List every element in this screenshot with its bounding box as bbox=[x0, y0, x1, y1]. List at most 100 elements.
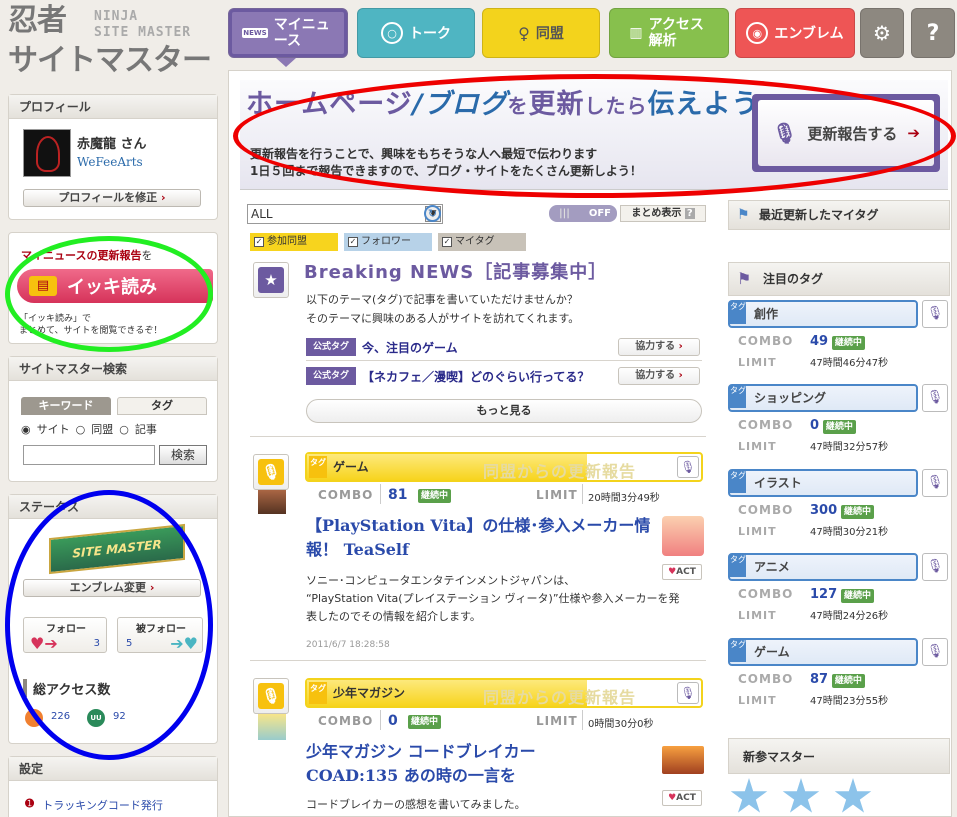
article1-site-thumbnail[interactable] bbox=[258, 490, 286, 514]
chat-icon: ○ bbox=[381, 22, 403, 44]
toggle-state: OFF bbox=[588, 208, 611, 219]
search-button[interactable]: 検索 bbox=[159, 445, 207, 465]
combo-label: COMBO bbox=[738, 503, 794, 517]
radio-doumei-label: 同盟 bbox=[91, 423, 114, 436]
tab-emblem-label: エンブレム bbox=[774, 26, 844, 42]
article2-title[interactable]: 少年マガジン コードブレイカー COAD:135 あの時の一言を bbox=[306, 740, 536, 788]
checkbox-doumei[interactable]: ✓ bbox=[254, 237, 264, 247]
chip-mytag-label: マイタグ bbox=[455, 236, 495, 247]
site-logo[interactable]: 忍者 NINJA SITE MASTER サイトマスター bbox=[6, 4, 218, 86]
search-type-options: ◉ サイト ○ 同盟 ○ 記事 bbox=[21, 421, 157, 437]
hot-tag-name[interactable]: ショッピング bbox=[728, 384, 918, 412]
breaking-desc-line2: そのテーマに興味のある人がサイトを訪れてくれます。 bbox=[306, 312, 580, 325]
hot-tag-combo-row: COMBO 0 継続中 bbox=[738, 418, 856, 434]
breaking-news-desc: 以下のテーマ(タグ)で記事を書いていただけませんか？ そのテーマに興味のある人が… bbox=[306, 290, 579, 328]
bar-chart-icon: ▥ bbox=[629, 25, 643, 41]
main-nav-tabs: NEWS マイニュース ○ トーク ♀ 同盟 ▥ アクセス解析 ◉ エンブレム … bbox=[228, 8, 955, 60]
radio-site[interactable]: ◉ bbox=[21, 423, 31, 436]
article2-combo-count: 0 bbox=[388, 713, 398, 729]
checkbox-mytag[interactable]: ✓ bbox=[442, 237, 452, 247]
hot-tag-name[interactable]: イラスト bbox=[728, 469, 918, 497]
radio-kiji-label: 記事 bbox=[134, 423, 157, 436]
hot-tag-mic-button[interactable]: 🎙 bbox=[922, 469, 948, 497]
avatar[interactable] bbox=[23, 129, 71, 177]
status-badge: 継続中 bbox=[822, 420, 856, 434]
search-input[interactable] bbox=[23, 445, 155, 465]
article1-tag-bar: ゲーム タグ 同盟からの更新報告 🎙 bbox=[305, 452, 703, 482]
article2-act-button[interactable]: ♥ACT bbox=[662, 790, 702, 806]
limit-label: LIMIT bbox=[536, 714, 578, 728]
edit-profile-button[interactable]: プロフィールを修正 › bbox=[23, 189, 201, 207]
act-label: ACT bbox=[676, 793, 696, 803]
hot-tag-item: ショッピング タグ 🎙 COMBO 0 継続中 LIMIT 47時間32分57秒 bbox=[728, 384, 950, 454]
radio-kiji[interactable]: ○ bbox=[119, 423, 129, 436]
hot-tag-name[interactable]: アニメ bbox=[728, 553, 918, 581]
hot-tag-item: イラスト タグ 🎙 COMBO 300 継続中 LIMIT 47時間30分21秒 bbox=[728, 469, 950, 539]
logo-text-en2: SITE MASTER bbox=[94, 25, 192, 40]
article2-site-thumbnail[interactable] bbox=[258, 714, 286, 740]
combo-label: COMBO bbox=[738, 418, 794, 432]
tab-access-label: アクセス解析 bbox=[648, 17, 704, 49]
more-button[interactable]: もっと見る bbox=[306, 399, 702, 423]
tab-my-news[interactable]: NEWS マイニュース bbox=[228, 8, 348, 58]
hot-tag-limit: 47時間23分55秒 bbox=[810, 696, 889, 707]
logo-text-sitemaster: サイトマスター bbox=[8, 43, 212, 78]
breaking-news-title: Breaking NEWS［記事募集中］ bbox=[304, 262, 608, 283]
divider bbox=[582, 484, 583, 504]
hot-tag-combo-row: COMBO 49 継続中 bbox=[738, 334, 865, 350]
official-topic-link-1[interactable]: 今、注目のゲーム bbox=[362, 339, 458, 356]
hot-tag-name[interactable]: 創作 bbox=[728, 300, 918, 328]
search-tab-keyword[interactable]: キーワード bbox=[21, 397, 111, 415]
hot-tag-limit-row: LIMIT 47時間24分26秒 bbox=[738, 607, 888, 622]
article2-user-avatar[interactable] bbox=[662, 746, 704, 774]
tab-doumei[interactable]: ♀ 同盟 bbox=[482, 8, 600, 58]
settings-gear-button[interactable]: ⚙ bbox=[860, 8, 904, 58]
divider bbox=[250, 660, 706, 661]
article1-mic-button[interactable]: 🎙 bbox=[677, 456, 699, 478]
logo-text-en1: NINJA bbox=[94, 9, 139, 24]
checkbox-follower[interactable]: ✓ bbox=[348, 237, 358, 247]
chip-doumei-label: 参加同盟 bbox=[267, 236, 307, 247]
tracking-code-link[interactable]: ➊ トラッキングコード発行 bbox=[25, 797, 163, 813]
tag-ribbon-icon: タグ bbox=[309, 456, 327, 478]
filter-chip-follower[interactable]: ✓ フォロワー bbox=[344, 233, 432, 251]
article1-title[interactable]: 【PlayStation Vita】の仕様･参入メーカー情 報！ TeaSelf bbox=[306, 514, 650, 562]
refresh-icon[interactable]: ↻ bbox=[424, 205, 441, 222]
hot-tag-limit: 47時間30分21秒 bbox=[810, 527, 889, 538]
help-button[interactable]: ? bbox=[911, 8, 955, 58]
hot-tag-name[interactable]: ゲーム bbox=[728, 638, 918, 666]
article2-tag-bar: 少年マガジン タグ 同盟からの更新報告 🎙 bbox=[305, 678, 703, 708]
summary-view-button[interactable]: まとめ表示 ? bbox=[620, 205, 706, 222]
tab-emblem[interactable]: ◉ エンブレム bbox=[735, 8, 855, 58]
profile-site-link[interactable]: WeFeeArts bbox=[77, 155, 143, 169]
summary-toggle[interactable]: ||| OFF bbox=[549, 205, 617, 222]
hot-tags-title: 注目のタグ bbox=[763, 272, 824, 286]
tab-talk[interactable]: ○ トーク bbox=[357, 8, 475, 58]
tab-access-analysis[interactable]: ▥ アクセス解析 bbox=[609, 8, 729, 58]
hot-tag-mic-button[interactable]: 🎙 bbox=[922, 300, 948, 328]
cooperate-button-2[interactable]: 協力する › bbox=[618, 367, 700, 385]
hot-tag-limit: 47時間24分26秒 bbox=[810, 611, 889, 622]
official-topic-link-2[interactable]: 【ネカフェ／漫喫】どのぐらい行ってる？ bbox=[362, 368, 589, 385]
radio-doumei[interactable]: ○ bbox=[76, 423, 86, 436]
news-filter-select[interactable]: ALL ▼ bbox=[247, 204, 443, 224]
watermark-text: 同盟からの更新報告 bbox=[483, 688, 637, 707]
hot-tag-mic-button[interactable]: 🎙 bbox=[922, 638, 948, 666]
hot-tag-combo: 127 bbox=[810, 587, 838, 602]
cooperate-button-1[interactable]: 協力する › bbox=[618, 338, 700, 356]
search-tab-tag[interactable]: タグ bbox=[117, 397, 207, 415]
article2-mic-button[interactable]: 🎙 bbox=[677, 682, 699, 704]
combo-label: COMBO bbox=[318, 714, 374, 728]
person-icon: ♀ bbox=[518, 23, 530, 43]
hot-tag-mic-button[interactable]: 🎙 bbox=[922, 384, 948, 412]
hot-tag-mic-button[interactable]: 🎙 bbox=[922, 553, 948, 581]
article1-user-avatar[interactable] bbox=[662, 516, 704, 556]
filter-chip-doumei[interactable]: ✓ 参加同盟 bbox=[250, 233, 338, 251]
status-badge: 継続中 bbox=[831, 674, 865, 688]
filter-chip-mytag[interactable]: ✓ マイタグ bbox=[438, 233, 526, 251]
article2-limit-time: 0時間30分0秒 bbox=[588, 719, 654, 730]
status-badge: 継続中 bbox=[831, 336, 865, 350]
bullet-arrow-icon: ➊ bbox=[25, 797, 35, 810]
article1-limit-time: 20時間3分49秒 bbox=[588, 493, 660, 504]
hot-tag-limit-row: LIMIT 47時間30分21秒 bbox=[738, 523, 888, 538]
